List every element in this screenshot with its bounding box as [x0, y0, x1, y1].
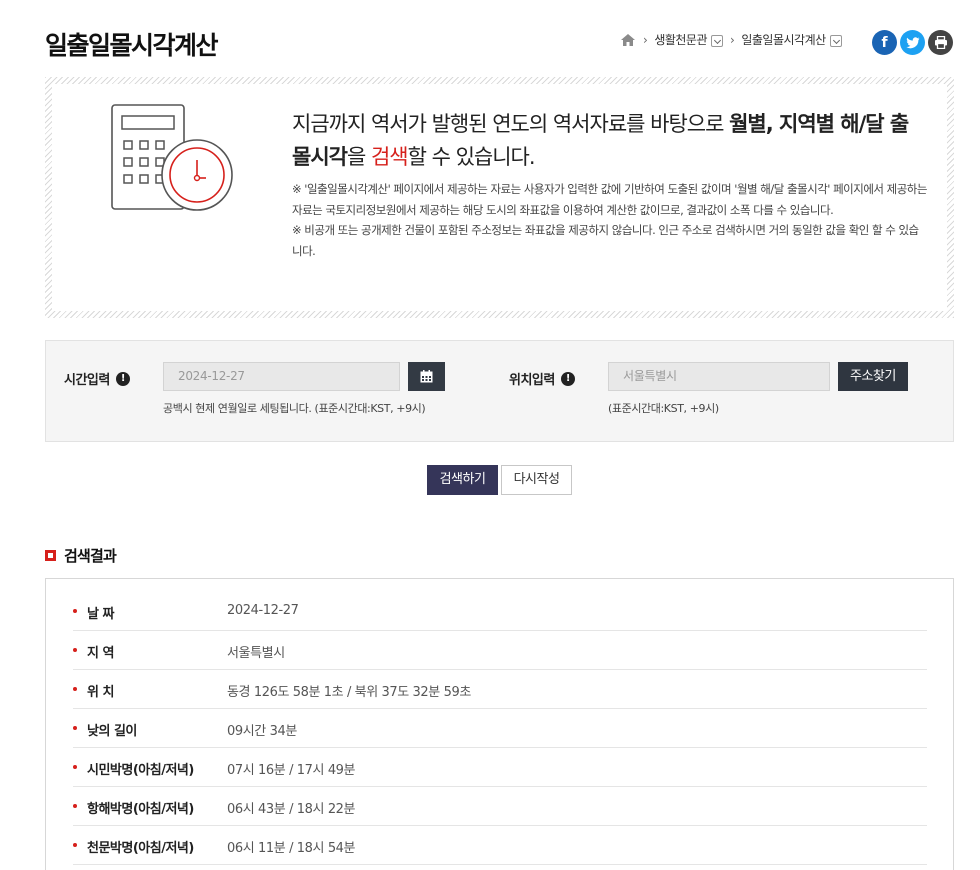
result-row-daylength: 낮의 길이 09시간 34분: [73, 709, 927, 748]
square-bullet-icon: [45, 550, 56, 561]
time-hint: 공백시 현제 연월일로 세팅됩니다. (표준시간대:KST, +9시): [163, 402, 426, 415]
result-table: 날 짜 2024-12-27 지 역 서울특별시 위 치 동경 126도 58분 1초…: [45, 578, 954, 870]
search-form: 시간입력 ! 2024-12-27 공백시 현제 연월일로 세팅됩니다. (표준…: [45, 340, 954, 442]
result-row-position: 위 치 동경 126도 58분 1초 / 북위 37도 32분 59초: [73, 670, 927, 709]
result-row-astronomical-twilight: 천문박명(아침/저녁) 06시 11분 / 18시 54분: [73, 826, 927, 865]
breadcrumb-current[interactable]: 일출일몰시각계산: [741, 31, 826, 48]
location-input-label: 위치입력 !: [509, 369, 575, 388]
intro-lead: 지금까지 역서가 발행된 연도의 역서자료를 바탕으로 월별, 지역별 해/달 …: [292, 112, 909, 169]
intro-note-2: ※ 비공개 또는 공개제한 건물이 포함된 주소정보는 좌표값을 제공하지 않습…: [292, 223, 919, 258]
date-input[interactable]: 2024-12-27: [163, 362, 400, 391]
time-input-label: 시간입력 !: [64, 369, 130, 388]
page-title: 일출일몰시각계산: [45, 31, 219, 60]
location-input[interactable]: 서울특별시: [608, 362, 830, 391]
chevron-down-icon[interactable]: [829, 34, 842, 47]
calendar-icon[interactable]: [408, 362, 445, 391]
result-row-date: 날 짜 2024-12-27: [73, 592, 927, 631]
share-buttons: f: [872, 30, 953, 55]
breadcrumb-section[interactable]: 생활천문관: [654, 31, 707, 48]
twitter-icon[interactable]: [900, 30, 925, 55]
chevron-right-icon: ›: [643, 32, 648, 47]
location-hint: (표준시간대:KST, +9시): [608, 402, 719, 415]
result-row-region: 지 역 서울특별시: [73, 631, 927, 670]
intro-note-1: ※ '일출일몰시각계산' 페이지에서 제공하는 자료는 사용자가 입력한 값에 …: [292, 182, 927, 217]
address-search-button[interactable]: 주소찾기: [838, 362, 908, 391]
calculator-clock-icon: [110, 104, 240, 216]
info-icon[interactable]: !: [115, 371, 130, 386]
print-icon[interactable]: [928, 30, 953, 55]
chevron-right-icon: ›: [730, 32, 735, 47]
facebook-icon[interactable]: f: [872, 30, 897, 55]
result-row-nautical-twilight: 항해박명(아침/저녁) 06시 43분 / 18시 22분: [73, 787, 927, 826]
chevron-down-icon[interactable]: [711, 34, 724, 47]
reset-button[interactable]: 다시작성: [501, 465, 572, 495]
result-row-civil-twilight: 시민박명(아침/저녁) 07시 16분 / 17시 49분: [73, 748, 927, 787]
intro-notes: ※ '일출일몰시각계산' 페이지에서 제공하는 자료는 사용자가 입력한 값에 …: [292, 179, 928, 261]
search-button[interactable]: 검색하기: [427, 465, 498, 495]
result-heading: 검색결과: [45, 545, 117, 566]
breadcrumb: › 생활천문관 › 일출일몰시각계산: [620, 31, 842, 48]
info-icon[interactable]: !: [560, 371, 575, 386]
home-icon[interactable]: [620, 33, 636, 47]
intro-panel: 지금까지 역서가 발행된 연도의 역서자료를 바탕으로 월별, 지역별 해/달 …: [45, 77, 954, 318]
